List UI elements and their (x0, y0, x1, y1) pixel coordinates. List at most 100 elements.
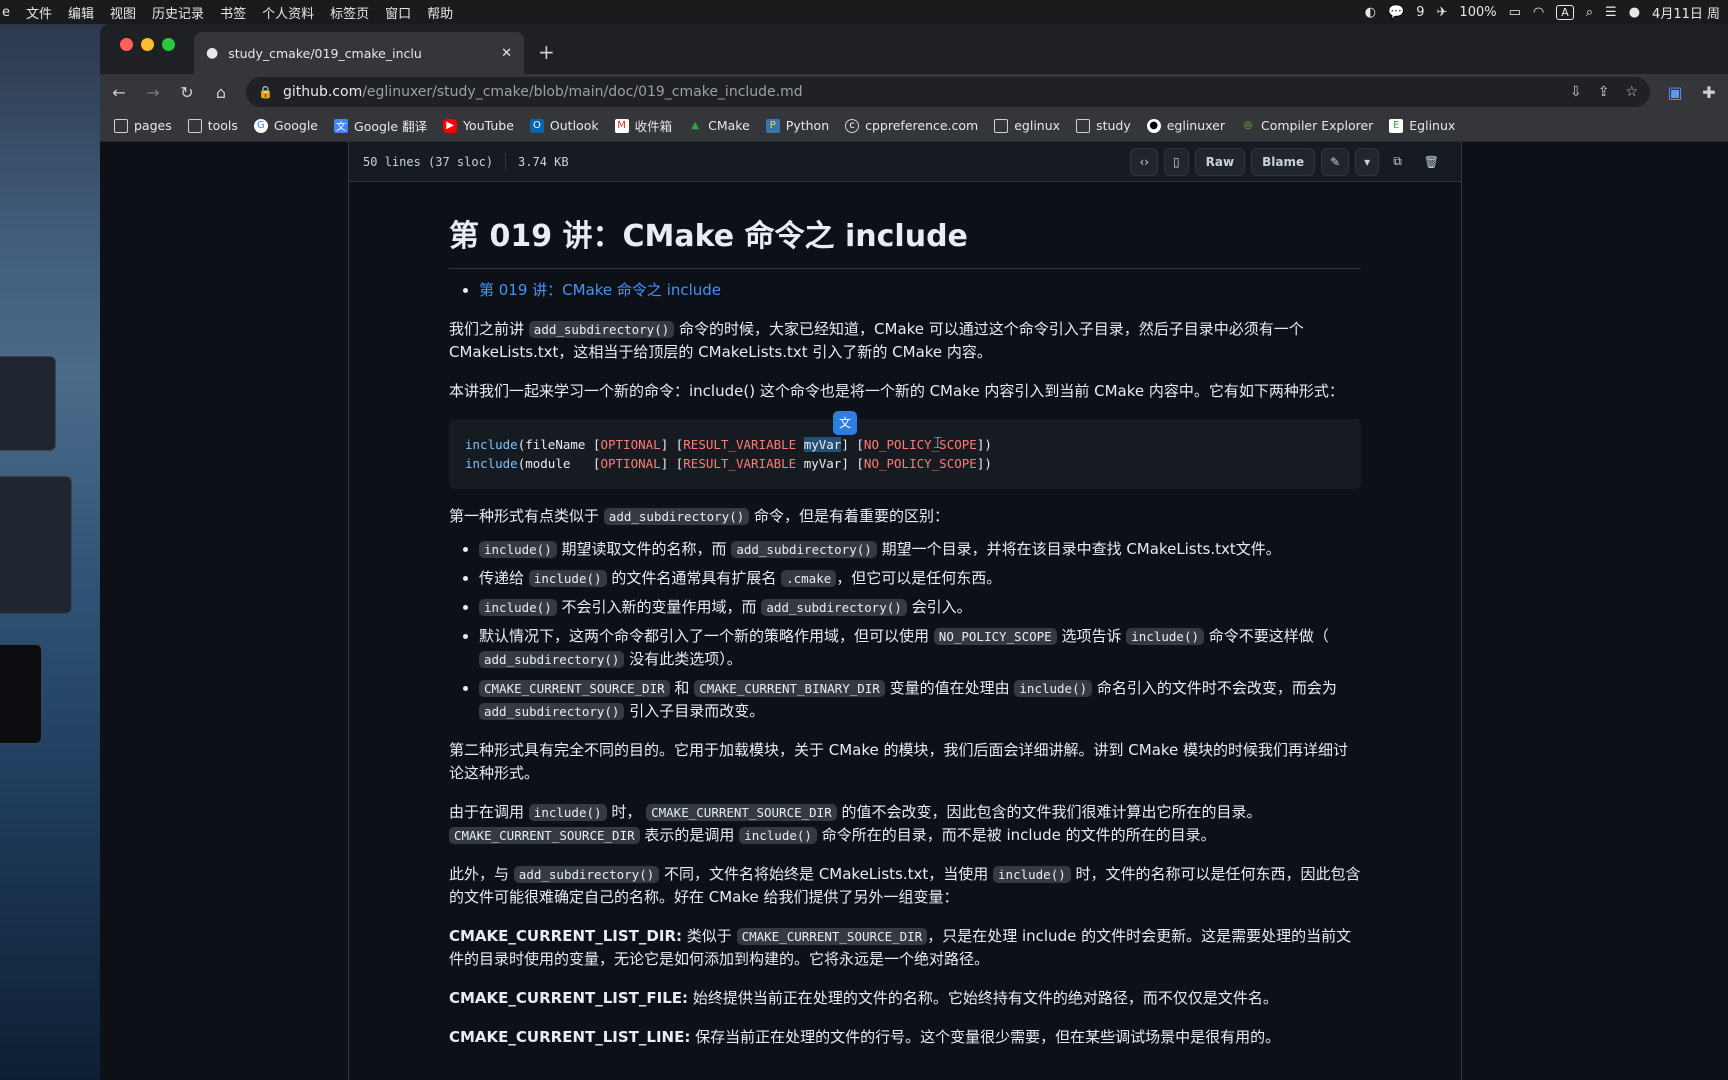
code-view-button[interactable]: ‹› (1130, 147, 1159, 176)
wifi-icon[interactable]: ◠ (1533, 5, 1544, 20)
raw-button[interactable]: Raw (1194, 147, 1246, 176)
status-app-icon[interactable]: ◐ (1365, 5, 1376, 20)
page-title: 第 019 讲：CMake 命令之 include (449, 216, 1361, 269)
pencil-icon: ✎ (1330, 154, 1341, 169)
bookmark-eglinuxer[interactable]: ● eglinuxer (1146, 118, 1225, 133)
bookmark-eglinux[interactable]: E Eglinux (1389, 118, 1455, 133)
list-item: 默认情况下，这两个命令都引入了一个新的策略作用域，但可以使用 NO_POLICY… (479, 625, 1361, 671)
address-bar[interactable]: 🔒 github.com/eglinuxer/study_cmake/blob/… (246, 77, 1650, 107)
wechat-icon[interactable]: 💬 (1388, 5, 1404, 20)
tab-strip: ● study_cmake/019_cmake_inclu ✕ + (100, 24, 1728, 74)
bird-icon[interactable]: ✈ (1437, 5, 1448, 20)
zoom-window-button[interactable] (162, 38, 175, 51)
file-icon: ▯ (1173, 154, 1180, 169)
cppreference-icon: c (845, 118, 860, 133)
caret-down-icon: ▾ (1364, 154, 1371, 169)
bookmark-cppreference[interactable]: c cppreference.com (845, 118, 978, 133)
bookmark-tools[interactable]: tools (187, 118, 238, 133)
youtube-icon: ▶ (443, 118, 458, 133)
bookmark-outlook[interactable]: O Outlook (529, 118, 599, 133)
close-tab-icon[interactable]: ✕ (501, 46, 512, 61)
background-window (0, 644, 42, 744)
battery-percent: 100% (1459, 4, 1497, 20)
bookmark-cmake[interactable]: ▲ CMake (688, 118, 750, 133)
back-arrow-icon[interactable]: ← (110, 83, 128, 102)
copy-button[interactable]: ⧉ (1385, 148, 1410, 176)
preview-button[interactable]: ▯ (1164, 147, 1189, 176)
cmake-icon: ▲ (691, 120, 699, 131)
bookmark-eglinux-folder[interactable]: eglinux (994, 118, 1060, 133)
menu-view[interactable]: 视图 (110, 3, 136, 22)
menu-bookmarks[interactable]: 书签 (220, 3, 246, 22)
paragraph-list-file: CMAKE_CURRENT_LIST_FILE: 始终提供当前正在处理的文件的名… (449, 989, 1278, 1007)
new-tab-button[interactable]: + (538, 40, 555, 64)
forward-arrow-icon[interactable]: → (144, 83, 162, 102)
menu-history[interactable]: 历史记录 (152, 3, 204, 22)
folder-icon (114, 118, 128, 133)
file-size: 3.74 KB (518, 154, 569, 169)
bookmarks-bar: pages tools G Google 文 Google 翻译 ▶ YouTube … (100, 110, 1728, 142)
bookmark-google[interactable]: G Google (253, 118, 318, 133)
paragraph-second-form: 第二种形式具有完全不同的目的。它用于加载模块，关于 CMake 的模块，我们后面… (449, 741, 1349, 782)
bookmark-google-translate[interactable]: 文 Google 翻译 (334, 116, 427, 135)
control-center-icon[interactable]: ☰ (1605, 5, 1617, 20)
siri-icon[interactable]: ● (1629, 5, 1640, 20)
bookmark-pages[interactable]: pages (114, 118, 172, 133)
paragraph-list-line: CMAKE_CURRENT_LIST_LINE: 保存当前正在处理的文件的行号。… (449, 1028, 1281, 1046)
close-window-button[interactable] (120, 38, 133, 51)
bookmark-youtube[interactable]: ▶ YouTube (443, 118, 514, 133)
background-window (0, 356, 56, 451)
bookmark-inbox[interactable]: M 收件箱 (614, 116, 672, 135)
extensions-puzzle-icon[interactable]: ✚ (1700, 83, 1718, 102)
code-line: include(module [OPTIONAL] [RESULT_VARIAB… (465, 456, 992, 471)
background-window (0, 476, 72, 614)
eglinux-icon: E (1389, 118, 1404, 133)
bookmark-star-icon[interactable]: ☆ (1625, 84, 1638, 100)
input-method-indicator[interactable]: A (1556, 4, 1574, 20)
code-block: 文 ⌶ include(fileName [OPTIONAL] [RESULT_VA… (449, 411, 1361, 489)
share-icon[interactable]: ⇪ (1598, 84, 1610, 100)
list-item: include() 不会引入新的变量作用域，而 add_subdirectory… (479, 596, 1361, 619)
macos-menubar: e 文件 编辑 视图 历史记录 书签 个人资料 标签页 窗口 帮助 ◐ 💬 9 … (0, 0, 1728, 24)
menu-help[interactable]: 帮助 (427, 3, 453, 22)
github-page: 50 lines (37 sloc) 3.74 KB ‹› ▯ Raw Blam… (100, 142, 1728, 1080)
text-cursor-icon: ⌶ (933, 433, 943, 452)
code-line: include(fileName [OPTIONAL] [RESULT_VARI… (465, 437, 992, 452)
toc-list: 第 019 讲：CMake 命令之 include (479, 279, 1361, 302)
blame-button[interactable]: Blame (1251, 147, 1316, 176)
file-header: 50 lines (37 sloc) 3.74 KB ‹› ▯ Raw Blam… (349, 142, 1461, 182)
lock-icon[interactable]: 🔒 (258, 85, 273, 99)
home-icon[interactable]: ⌂ (212, 83, 230, 102)
python-icon: P (765, 118, 780, 133)
list-item: 传递给 include() 的文件名通常具有扩展名 .cmake，但它可以是任何… (479, 567, 1361, 590)
reload-icon[interactable]: ↻ (178, 83, 196, 102)
bookmark-python[interactable]: P Python (765, 118, 829, 133)
menu-edit[interactable]: 编辑 (68, 3, 94, 22)
app-menu-fragment-icon[interactable]: e (2, 5, 10, 20)
spotlight-search-icon[interactable]: ⌕ (1586, 5, 1593, 20)
list-item: include() 期望读取文件的名称，而 add_subdirectory()… (479, 538, 1361, 561)
menu-tabs[interactable]: 标签页 (330, 3, 369, 22)
bookmark-study[interactable]: study (1076, 118, 1131, 133)
edit-button[interactable]: ✎ (1321, 147, 1350, 176)
url-path: /eglinuxer/study_cmake/blob/main/doc/019… (362, 84, 803, 100)
wechat-count: 9 (1416, 4, 1425, 20)
translate-popup-icon[interactable]: 文 (833, 411, 857, 435)
menu-window[interactable]: 窗口 (385, 3, 411, 22)
menu-profile[interactable]: 个人资料 (262, 3, 314, 22)
menubar-date[interactable]: 4月11日 周 (1652, 3, 1720, 22)
menu-file[interactable]: 文件 (26, 3, 52, 22)
tab-active[interactable]: ● study_cmake/019_cmake_inclu ✕ (194, 32, 524, 74)
minimize-window-button[interactable] (141, 38, 154, 51)
file-view: 50 lines (37 sloc) 3.74 KB ‹› ▯ Raw Blam… (348, 142, 1462, 1080)
window-controls (120, 38, 175, 51)
delete-button[interactable]: 🗑 (1416, 148, 1447, 176)
bookmark-compiler-explorer[interactable]: ◎ Compiler Explorer (1241, 118, 1374, 133)
translate-extension-icon[interactable]: ▣ (1666, 83, 1684, 102)
divider (505, 152, 507, 171)
edit-dropdown-button[interactable]: ▾ (1355, 147, 1380, 176)
install-app-icon[interactable]: ⇩ (1570, 84, 1582, 100)
browser-toolbar: ← → ↻ ⌂ 🔒 github.com/eglinuxer/study_cma… (100, 74, 1728, 110)
battery-icon[interactable]: ▭ (1509, 5, 1521, 20)
toc-link[interactable]: 第 019 讲：CMake 命令之 include (479, 281, 721, 299)
